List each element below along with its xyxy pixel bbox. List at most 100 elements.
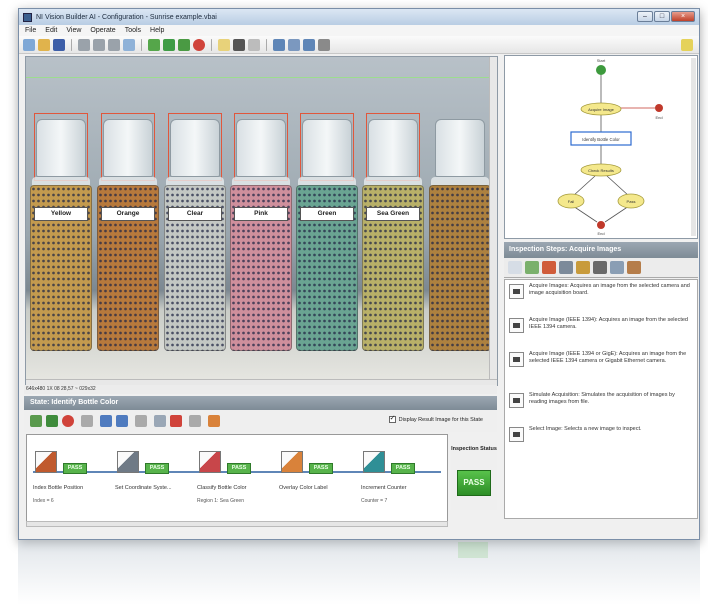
toolbar-divider [135,415,147,427]
step-block[interactable]: PASS Overlay Color Label [277,445,357,515]
list-item-acquire-1394[interactable]: Acquire Image (IEEE 1394): Acquires an i… [505,317,697,348]
menu-edit[interactable]: Edit [45,27,57,34]
run-state-icon[interactable] [46,415,58,427]
help-icon[interactable] [681,39,693,51]
tab-measure-features-icon[interactable] [559,261,573,274]
toolbar-divider [266,38,267,51]
step-properties-icon[interactable] [208,415,220,427]
state-left-icon[interactable] [273,38,285,51]
run-once-icon[interactable] [148,38,160,51]
step-icon[interactable] [178,38,190,51]
step-block[interactable]: PASS Set Coordinate Syste... [113,445,193,515]
bottle-3: Clear [164,113,226,359]
bottle-6: Sea Green [362,113,424,359]
state-diagram-panel[interactable]: Start Acquire Image End Identify Bottle … [504,55,698,239]
list-item-simulate-acquisition[interactable]: Simulate Acquisition: Simulates the acqu… [505,392,697,423]
check-results-node-label: Check Results [588,168,614,173]
step-name: Index Bottle Position [33,485,84,491]
close-button[interactable]: × [671,11,695,22]
menu-tools[interactable]: Tools [125,27,141,34]
tab-identify-parts-icon[interactable] [593,261,607,274]
tab-check-presence-icon[interactable] [576,261,590,274]
run-continuous-icon[interactable] [163,38,175,51]
inspection-status-label: Inspection Status [451,446,497,452]
identify-bottle-color-node-label: Identify Bottle Color [582,137,620,142]
tab-locate-features-icon[interactable] [542,261,556,274]
add-step-icon[interactable] [30,415,42,427]
roi-rectangle [234,113,288,181]
select-image-icon [509,427,524,442]
stop-icon[interactable] [193,38,205,51]
image-viewer[interactable]: Yellow Orange Clear Pink Green Sea Green [25,56,498,386]
list-item-acquire-gige[interactable]: Acquire Image (IEEE 1394 or GigE): Acqui… [505,351,697,389]
title-bar: NI Vision Builder AI - Configuration - S… [19,9,699,25]
display-result-checkbox[interactable] [388,414,396,423]
menu-bar: File Edit View Operate Tools Help [19,25,699,36]
trigger-icon[interactable] [248,38,260,51]
bottle-color-label: Pink [234,207,288,221]
lightbulb-icon[interactable] [218,38,230,51]
new-icon[interactable] [23,38,35,51]
step-pass-indicator: PASS [145,463,169,474]
toolbar-divider [81,415,93,427]
roi-rectangle [168,113,222,181]
step-pass-indicator: PASS [309,463,333,474]
step-name: Classify Bottle Color [197,485,247,491]
menu-operate[interactable]: Operate [90,27,115,34]
zoom-actual-icon[interactable] [123,38,135,51]
stop-state-icon[interactable] [62,415,74,427]
tab-acquire-images-icon[interactable] [508,261,522,274]
step-block[interactable]: PASS Classify Bottle Color Region 1: Sea… [195,445,275,515]
step-strip-scrollbar[interactable] [26,521,448,527]
list-item-acquire-images[interactable]: Acquire Images: Acquires an image from t… [505,283,697,314]
start-node[interactable] [596,65,606,75]
pause-icon[interactable] [233,38,245,51]
list-item-select-image[interactable]: Select Image: Selects a new image to ins… [505,426,697,457]
image-status-bar: 646x480 1X 08 28,57 ~ 029x32 [24,385,497,394]
step-icon [199,451,221,473]
state-step-strip[interactable]: PASS Index Bottle Position Index = 6 PAS… [26,434,448,522]
minimize-button[interactable]: – [637,11,653,22]
zoom-fit-icon[interactable] [108,38,120,51]
step-description: Simulate Acquisition: Simulates the acqu… [529,392,675,405]
save-icon[interactable] [53,38,65,51]
calibration-line [26,77,491,78]
tab-enhance-images-icon[interactable] [525,261,539,274]
main-toolbar [19,36,699,54]
bottle-5: Green [296,113,358,359]
state-right-icon[interactable] [303,38,315,51]
menu-help[interactable]: Help [150,27,164,34]
step-pass-indicator: PASS [391,463,415,474]
vertical-scrollbar[interactable] [489,57,497,385]
camera-1394-icon [509,318,524,333]
step-description: Acquire Image (IEEE 1394 or GigE): Acqui… [529,351,687,364]
menu-file[interactable]: File [25,27,36,34]
zoom-out-icon[interactable] [93,38,105,51]
state-diagram: Start Acquire Image End Identify Bottle … [557,58,696,236]
deploy-icon[interactable] [318,38,330,51]
state-toolbar: Display Result Image for this State [24,410,497,432]
bottle-color-label: Green [300,207,354,221]
acquire-image-node-label: Acquire Image [588,107,615,112]
state-list-icon[interactable] [288,38,300,51]
toolbar-divider [189,415,201,427]
move-left-icon[interactable] [100,415,112,427]
step-block[interactable]: PASS Index Bottle Position Index = 6 [31,445,111,515]
tab-communicate-icon[interactable] [627,261,641,274]
end-node[interactable] [597,221,605,229]
move-right-icon[interactable] [116,415,128,427]
end-node-fail[interactable] [655,104,663,112]
tab-use-additional-tools-icon[interactable] [610,261,624,274]
edit-step-icon[interactable] [154,415,166,427]
app-icon [23,12,32,22]
display-result-option[interactable]: Display Result Image for this State [388,414,483,423]
open-icon[interactable] [38,38,50,51]
step-block[interactable]: PASS Increment Counter Counter = 7 [359,445,439,515]
simulate-icon [509,393,524,408]
menu-view[interactable]: View [66,27,81,34]
diagram-scrollbar[interactable] [691,58,696,236]
zoom-in-icon[interactable] [78,38,90,51]
delete-step-icon[interactable] [170,415,182,427]
maximize-button[interactable]: □ [654,11,670,22]
pass-node-label: Pass [627,199,636,204]
